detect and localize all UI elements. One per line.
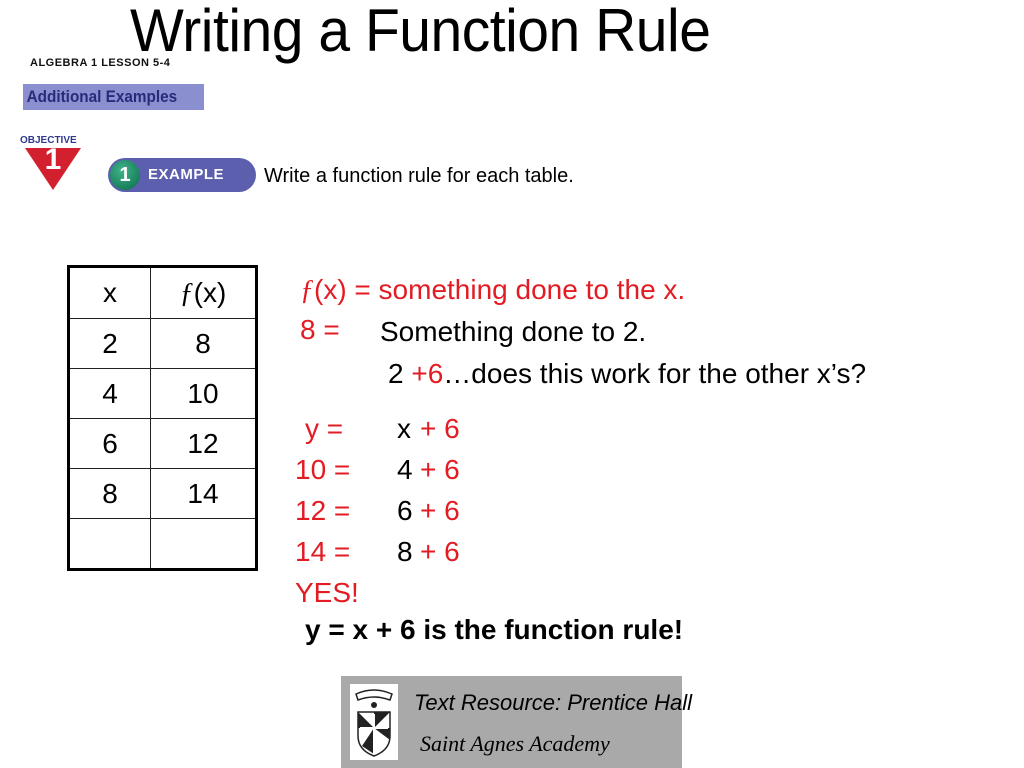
cell-x: 6 (68, 418, 151, 469)
cell-fx: 14 (150, 468, 257, 519)
cell-x: 2 (68, 318, 151, 369)
check-var: 4 (397, 454, 413, 485)
check-op: + 6 (420, 495, 460, 526)
cell-fx: 10 (150, 368, 257, 419)
check-var: x (397, 413, 411, 444)
header-fx: ƒ(x) (150, 266, 257, 319)
section-banner: Additional Examples (23, 84, 204, 110)
cell-x (68, 518, 151, 570)
resource-credit: Text Resource: Prentice Hall (414, 690, 692, 715)
check-op: + 6 (420, 454, 460, 485)
cell-fx: 12 (150, 418, 257, 469)
instruction-text: Write a function rule for each table. (264, 165, 574, 187)
table-header-row: x ƒ(x) (68, 266, 257, 319)
cell-x: 4 (68, 368, 151, 419)
check-lhs: y = (305, 413, 344, 444)
check-lhs: 14 = (295, 536, 351, 567)
table-row: 8 14 (68, 468, 257, 519)
cell-fx (150, 518, 257, 570)
table-row: 6 12 (68, 418, 257, 469)
objective-number: 1 (44, 143, 62, 176)
check-lhs: 12 = (295, 495, 351, 526)
check-op: + 6 (420, 536, 460, 567)
cell-fx: 8 (150, 318, 257, 369)
conclusion-text: y = x + 6 is the function rule! (305, 614, 684, 645)
section-label: Additional Examples (26, 87, 178, 106)
check-var: 6 (397, 495, 413, 526)
check-lhs: 10 = (295, 454, 351, 485)
school-crest-icon (350, 684, 398, 760)
check-var: 8 (397, 536, 413, 567)
cell-x: 8 (68, 468, 151, 519)
example-number: 1 (110, 160, 140, 190)
school-name: Saint Agnes Academy (420, 731, 610, 756)
table-row: 4 10 (68, 368, 257, 419)
work-line-2-lhs: 8 = (300, 314, 340, 345)
verdict-text: YES! (295, 577, 359, 608)
slide-title: Writing a Function Rule (130, 0, 711, 64)
table-row: 28 (68, 318, 257, 369)
work-line-1: ƒ(x) = something done to the x. (300, 274, 686, 306)
example-label: EXAMPLE (148, 166, 225, 183)
header-x: x (68, 266, 151, 319)
work-line-3: 2 +6…does this work for the other x’s? (388, 358, 867, 389)
check-op: + 6 (420, 413, 460, 444)
work-line-2-rhs: Something done to 2. (380, 316, 647, 347)
lesson-label: ALGEBRA 1 LESSON 5-4 (30, 57, 171, 69)
table-row (68, 518, 257, 570)
function-table: x ƒ(x) 28 4 10 6 12 8 14 (67, 265, 258, 571)
